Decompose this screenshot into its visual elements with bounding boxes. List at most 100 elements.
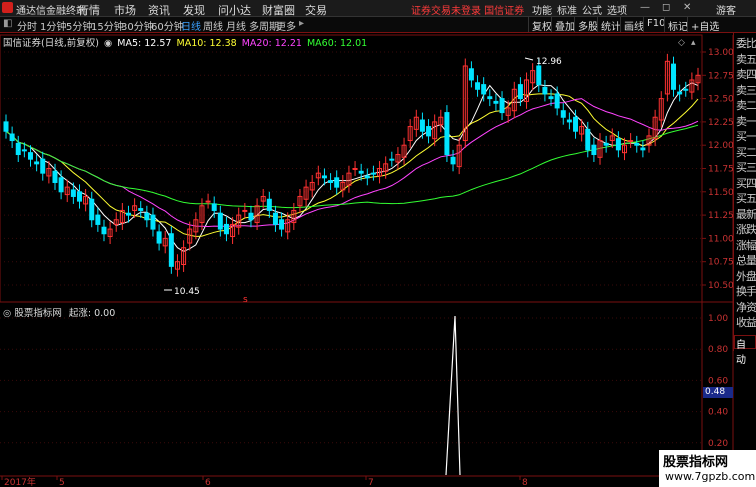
close-icon[interactable]: ✕ (683, 2, 691, 13)
candle-body (248, 212, 254, 221)
stock-chart-canvas[interactable]: 13.00 12.75 12.50 12.25 12.00 11.75 11.50 11.25… (0, 33, 756, 487)
candle-body (493, 100, 499, 104)
candle-body (138, 208, 144, 211)
side-item: 卖四 (736, 68, 756, 81)
tab-more[interactable]: 更多 (276, 18, 296, 33)
candle-body (389, 158, 395, 161)
candle-body (517, 84, 523, 100)
candle-body (58, 177, 64, 193)
ma20-line (5, 98, 699, 228)
tab-timeframe[interactable]: 5分钟 (66, 18, 92, 33)
date-tick-label: 2017年 (4, 476, 36, 487)
tab-timeframe[interactable]: 1分钟 (40, 18, 66, 33)
candle-body (548, 96, 554, 100)
side-item: 买二 (736, 145, 756, 159)
login-notice[interactable]: 证券交易未登录 国信证券 (411, 2, 524, 17)
indicator-tick-label: 0.80 (708, 345, 728, 355)
candle-body (475, 82, 481, 90)
candle-body (150, 214, 156, 230)
menu-item-standard[interactable]: 标准 (557, 2, 577, 17)
watermark-title: 股票指标网 (663, 455, 729, 470)
candle-body (591, 144, 597, 156)
legend-toggle-icon[interactable]: ◉ (104, 38, 112, 49)
side-item: 委比 (736, 37, 756, 50)
auto-range-box[interactable]: 自动 (734, 335, 756, 366)
candle-body (40, 158, 46, 174)
candle-body (450, 156, 456, 165)
menu-item-trade[interactable]: 交易 (305, 2, 327, 18)
side-item: 卖二 (736, 99, 756, 112)
menu-item-ask[interactable]: 问小达 (218, 2, 251, 18)
price-axis-labels: 13.00 12.75 12.50 12.25 12.00 11.75 11.50 11.25… (702, 48, 734, 291)
tab-timeframe[interactable]: 月线 (226, 18, 246, 33)
candle-body (419, 119, 425, 132)
tab-timeframe[interactable]: 60分钟 (151, 18, 184, 33)
side-item: 买一 (736, 130, 756, 143)
more-arrow-icon[interactable]: ▸ (299, 18, 304, 29)
candle-body (364, 175, 370, 179)
indicator-title: 股票指标网 (14, 308, 62, 319)
candle-body (223, 223, 229, 235)
price-tick-label: 12.75 (708, 71, 734, 81)
tab-timeframe-active[interactable]: 日线 (181, 18, 201, 33)
tab-timeframe[interactable]: 分时 (17, 18, 37, 33)
ma10-label: MA10: 12.38 (176, 38, 237, 49)
ma60-label: MA60: 12.01 (306, 38, 368, 49)
app-logo-icon (2, 2, 13, 13)
candle-body (205, 200, 211, 203)
side-item: 买四 (736, 176, 756, 190)
candle-body (125, 212, 131, 216)
tab-timeframe[interactable]: 多周期 (249, 18, 279, 33)
price-tick-label: 11.00 (708, 234, 734, 244)
candle-body (358, 170, 364, 174)
candle-body (426, 126, 432, 137)
candle-body (321, 175, 327, 179)
chart-title: 国信证券(日线,前复权) (3, 38, 99, 49)
price-tick-label: 12.25 (708, 118, 734, 128)
candle-body (671, 63, 677, 90)
candle-body (144, 212, 150, 221)
menu-item-options[interactable]: 选项 (607, 2, 627, 17)
side-item: 卖三 (736, 83, 756, 97)
indicator-toggle-icon[interactable]: ◎ (3, 308, 11, 319)
indicator-tick-label: 0.40 (708, 408, 728, 418)
menu-item-market[interactable]: 市场 (114, 2, 136, 18)
side-item: 买五 (736, 192, 756, 205)
date-tick-label: 5 (59, 478, 65, 487)
add-watchlist-button[interactable]: +自选 (687, 17, 722, 33)
side-item: 卖一 (736, 114, 756, 128)
watermark-url: www.7gpzb.com (665, 470, 756, 483)
panel-toggle-icon[interactable]: ◧ (3, 18, 12, 29)
tab-timeframe[interactable]: 周线 (203, 18, 223, 33)
candle-body (560, 110, 566, 118)
candle-body (683, 88, 689, 91)
price-tick-label: 10.75 (708, 258, 734, 268)
menu-item-discover[interactable]: 发现 (183, 2, 205, 18)
candle-body (3, 121, 9, 132)
date-tick-label: 7 (368, 478, 374, 487)
date-axis-labels: 2017年 5 6 7 8 (1, 476, 528, 487)
candle-body (101, 226, 107, 235)
candle-body (328, 180, 334, 183)
candle-body (76, 191, 82, 202)
candle-body (70, 189, 76, 197)
tab-timeframe[interactable]: 30分钟 (121, 18, 154, 33)
watermark: 股票指标网 www.7gpzb.com (659, 450, 756, 487)
minimize-icon[interactable]: — (640, 2, 650, 13)
menu-item-wealth[interactable]: 财富圈 (262, 2, 295, 18)
candle-body (585, 128, 591, 151)
menu-item-formula[interactable]: 公式 (582, 2, 602, 17)
candle-body (266, 198, 272, 211)
tab-timeframe[interactable]: 15分钟 (91, 18, 124, 33)
candle-body (15, 142, 21, 156)
menu-item-market-quotes[interactable]: 行情 (78, 2, 100, 18)
menu-item-function[interactable]: 功能 (532, 2, 552, 17)
candle-body (370, 172, 376, 175)
high-price-pointer (524, 57, 534, 61)
restore-icon[interactable]: ◻ (662, 2, 670, 13)
candle-body (9, 133, 15, 142)
candle-body (487, 96, 493, 100)
menu-item-news[interactable]: 资讯 (148, 2, 170, 18)
user-label[interactable]: 游客 (716, 2, 736, 17)
indicator-value: 起涨: 0.00 (68, 308, 116, 319)
